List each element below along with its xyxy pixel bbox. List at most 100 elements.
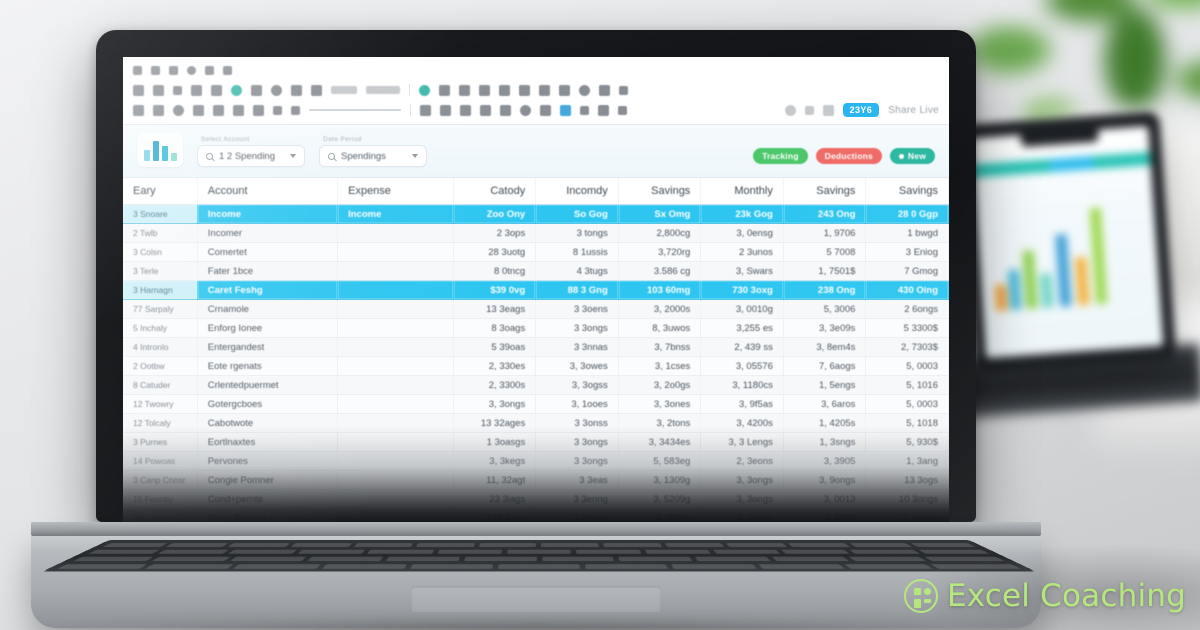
table-row[interactable]: 3 Purnes Eortlnaxtes 1 3oasgs 3 3ongs 3, 343… bbox=[123, 432, 949, 452]
table-cell-savings2[interactable]: 243 Ong bbox=[783, 204, 867, 224]
table-cell-account[interactable]: Incomer bbox=[197, 223, 339, 243]
table-cell-category[interactable]: 1 3oasgs bbox=[453, 432, 537, 452]
table-cell-income[interactable]: 3 3nnas bbox=[535, 337, 619, 357]
table-cell-category[interactable]: $39 0vg bbox=[453, 280, 537, 300]
table-cell-savings1[interactable]: 2,800cg bbox=[618, 223, 702, 243]
table-cell-savings1[interactable]: 3, 1309g bbox=[618, 470, 702, 490]
table-cell-expense[interactable] bbox=[337, 489, 454, 509]
table-cell-category[interactable]: 5 39oas bbox=[453, 337, 537, 357]
table-cell-monthly[interactable]: 2, 3eons bbox=[700, 451, 784, 471]
table-cell-savings2[interactable]: 5 7008 bbox=[783, 242, 867, 262]
more-vertical-icon[interactable] bbox=[619, 85, 628, 95]
column-header-income[interactable]: Incomdy bbox=[535, 178, 619, 205]
table-row[interactable]: 5 Inchaly Enforg Ionee 8 3oags 3 3ongs 8, 3u… bbox=[123, 318, 949, 338]
table-cell-savings3[interactable]: 2 6ongs bbox=[865, 299, 949, 319]
table-cell-category[interactable]: 720 3aes bbox=[453, 508, 537, 522]
table-cell-monthly[interactable]: 3, 0ensg bbox=[700, 223, 784, 243]
table-cell-expense[interactable] bbox=[337, 280, 454, 300]
share-icon[interactable] bbox=[291, 105, 300, 115]
table-cell-account[interactable]: Fates Probest bbox=[197, 508, 339, 522]
table-cell-idx[interactable]: 12 Tolcaly bbox=[123, 413, 198, 433]
grid-icon[interactable] bbox=[599, 84, 610, 96]
comment-icon[interactable] bbox=[579, 84, 590, 96]
table-cell-idx[interactable]: 3 Colsn bbox=[123, 242, 198, 262]
bar-chart-icon[interactable] bbox=[137, 133, 183, 167]
table-cell-savings1[interactable]: 3, 7bnss bbox=[618, 337, 702, 357]
table-cell-expense[interactable]: Income bbox=[337, 204, 454, 224]
copy-icon[interactable] bbox=[598, 104, 609, 116]
table-cell-account[interactable]: Pervones bbox=[197, 451, 339, 471]
link-icon[interactable] bbox=[291, 84, 302, 96]
table-cell-account[interactable]: Congie Pomner bbox=[197, 470, 339, 490]
table-row[interactable]: 77 Sarpaly Crnamole 13 3eags 3 3oens 3, 2000… bbox=[123, 299, 949, 319]
table-cell-income[interactable]: So Gog bbox=[535, 204, 619, 224]
recalc-icon[interactable] bbox=[253, 104, 264, 116]
table-cell-savings2[interactable]: 1, 5engs bbox=[783, 375, 867, 395]
table-cell-monthly[interactable]: 3, 05576 bbox=[700, 356, 784, 376]
border-icon[interactable] bbox=[191, 84, 202, 96]
redo-icon[interactable] bbox=[169, 65, 178, 75]
period-filter-select[interactable]: Spendings bbox=[319, 145, 427, 167]
table-cell-savings3[interactable]: 430 Oing bbox=[865, 280, 949, 300]
funnel-icon[interactable] bbox=[439, 84, 450, 96]
table-cell-savings1[interactable]: 5 3503s bbox=[618, 508, 702, 522]
table-cell-account[interactable]: Eote rgenats bbox=[197, 356, 339, 376]
table-cell-monthly[interactable]: 730 3oxg bbox=[700, 280, 784, 300]
table-cell-savings2[interactable]: 1, 7501$ bbox=[783, 261, 867, 281]
table-cell-monthly[interactable]: 3, 3ongs bbox=[700, 489, 784, 509]
pen-icon[interactable] bbox=[193, 104, 204, 116]
table-cell-savings1[interactable]: 3,720rg bbox=[618, 242, 702, 262]
table-cell-monthly[interactable]: 2, 439 ss bbox=[700, 337, 784, 357]
table-cell-idx[interactable]: 5 Inchaly bbox=[123, 318, 198, 338]
table-cell-monthly[interactable]: 3, Swars bbox=[700, 261, 784, 281]
table-cell-category[interactable]: 11, 32agt bbox=[453, 470, 537, 490]
table-cell-category[interactable]: 3, 3ongs bbox=[453, 394, 537, 414]
edit-icon[interactable] bbox=[460, 104, 471, 116]
percent-icon[interactable] bbox=[559, 84, 570, 96]
table-cell-savings2[interactable]: 3, 0013 bbox=[783, 489, 867, 509]
zoom-icon[interactable] bbox=[173, 104, 184, 116]
table-cell-savings1[interactable]: 5, 583eg bbox=[618, 451, 702, 471]
table-cell-account[interactable]: Caret Feshg bbox=[197, 280, 339, 300]
branch-icon[interactable] bbox=[540, 104, 551, 116]
table-cell-idx[interactable]: 3 Terle bbox=[123, 261, 198, 281]
column-header-monthly[interactable]: Monthly bbox=[700, 178, 784, 205]
table-cell-savings3[interactable]: 1 bwgd bbox=[865, 223, 949, 243]
status-badge-tracking[interactable]: Tracking bbox=[753, 148, 808, 164]
table-cell-expense[interactable] bbox=[337, 394, 454, 414]
table-cell-idx[interactable]: 2 Twlb bbox=[123, 223, 198, 243]
theme-icon[interactable] bbox=[231, 84, 242, 96]
table-cell-account[interactable]: Entergandest bbox=[197, 337, 339, 357]
table-cell-monthly[interactable]: 3, 9f5as bbox=[700, 394, 784, 414]
table-cell-account[interactable]: Crnamole bbox=[197, 299, 339, 319]
table-cell-savings3[interactable]: 5, 1018 bbox=[865, 413, 949, 433]
table-cell-savings3[interactable]: 5, 1016 bbox=[865, 375, 949, 395]
comment-bubble-icon[interactable] bbox=[784, 104, 796, 116]
table-cell-income[interactable]: 3 tongs bbox=[535, 223, 619, 243]
table-cell-savings1[interactable]: 3, 5209g bbox=[618, 489, 702, 509]
table-cell-savings1[interactable]: 3, 3ones bbox=[618, 394, 702, 414]
table-cell-savings2[interactable]: 3, 3e09s bbox=[783, 318, 867, 338]
table-cell-expense[interactable] bbox=[337, 356, 454, 376]
table-cell-category[interactable]: 2, 3300s bbox=[453, 375, 537, 395]
table-cell-idx[interactable]: 12 Twowry bbox=[123, 394, 198, 414]
table-cell-savings1[interactable]: 3, 2o0gs bbox=[618, 375, 702, 395]
table-cell-expense[interactable] bbox=[337, 508, 454, 522]
table-row[interactable]: 3 Colsn Comertet 28 3uotg 8 1ussis 3,720rg 2 … bbox=[123, 242, 949, 262]
table-cell-category[interactable]: 28 3uotg bbox=[453, 242, 537, 262]
table-cell-income[interactable]: 4 3tugs bbox=[535, 261, 619, 281]
table-cell-savings1[interactable]: 3, 2tons bbox=[618, 413, 702, 433]
table-cell-savings2[interactable]: 3, 6aros bbox=[783, 394, 867, 414]
table-row[interactable]: 12 Tolcaly Cabotwote 13 32ages 3 3onss 3, 2t… bbox=[123, 413, 949, 433]
table-cell-idx[interactable]: 4 Intronlo bbox=[123, 337, 198, 357]
table-cell-savings2[interactable]: 5, 3006 bbox=[783, 299, 867, 319]
table-cell-category[interactable]: 8 0tncg bbox=[453, 261, 537, 281]
column-header-account[interactable]: Account bbox=[197, 178, 339, 205]
table-cell-savings3[interactable]: 5 3300$ bbox=[865, 318, 949, 338]
table-cell-income[interactable]: 3, 3ogss bbox=[535, 375, 619, 395]
table-cell-monthly[interactable]: 3, 0010g bbox=[700, 299, 784, 319]
table-cell-expense[interactable] bbox=[337, 432, 454, 452]
table-cell-savings3[interactable]: 1, 3ang bbox=[865, 451, 949, 471]
table-cell-income[interactable]: 3 3ongs bbox=[535, 318, 619, 338]
table-cell-category[interactable]: 3, 3kegs bbox=[453, 451, 537, 471]
